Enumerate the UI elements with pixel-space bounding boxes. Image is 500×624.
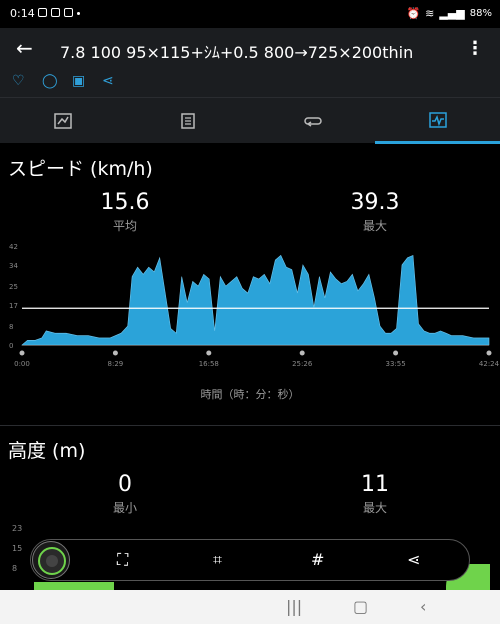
gallery-icon	[38, 8, 47, 17]
altitude-tick-label: 15	[12, 544, 23, 553]
section-divider	[0, 425, 500, 426]
more-options-icon[interactable]: ⋮	[466, 38, 484, 59]
activity-title: 7.8 100 95×115+ｼﾑ+0.5 800→725×200thin	[60, 43, 414, 62]
x-tick-marker	[299, 350, 305, 356]
altitude-min: 0 最小	[45, 472, 205, 516]
home-icon[interactable]: ▢	[353, 597, 368, 616]
speed-chart[interactable]: 42 34 25 17 8 0 0:00 8:29 16:58 25:26 33:55 42:24	[0, 240, 500, 375]
y-tick-label: 0	[9, 342, 13, 350]
wifi-icon: ≋	[425, 7, 435, 20]
add-photo-icon[interactable]: ▣	[72, 73, 85, 89]
x-tick-label: 8:29	[108, 360, 124, 368]
system-status: ⏰ ≋ ▂▄▆ 88%	[406, 7, 492, 20]
tab-laps[interactable]	[250, 98, 375, 144]
x-tick-marker	[393, 350, 399, 356]
altitude-min-label: 最小	[112, 501, 137, 515]
tab-stats[interactable]	[125, 98, 250, 144]
comment-icon[interactable]: ◯	[42, 73, 58, 89]
x-tick-label: 33:55	[386, 360, 406, 368]
y-tick-label: 34	[9, 262, 18, 270]
y-tick-label: 17	[9, 302, 18, 310]
back-arrow-icon[interactable]: ←	[16, 36, 33, 60]
share-icon[interactable]: ⋖	[102, 73, 114, 89]
speed-avg: 15.6 平均	[45, 190, 205, 234]
x-tick-label: 0:00	[14, 360, 30, 368]
document-icon	[180, 113, 195, 129]
screenshot-toolbar: ⛶ ⌗ # ⋖	[30, 539, 470, 581]
app-toolbar: ← 7.8 100 95×115+ｼﾑ+0.5 800→725×200thin …	[0, 28, 500, 72]
altitude-max-value: 11	[361, 472, 389, 497]
battery-level: 88%	[469, 8, 492, 19]
laps-icon	[303, 117, 322, 127]
system-navigation-bar: ||| ▢ ‹	[0, 590, 500, 624]
notification-icons	[38, 8, 80, 17]
x-tick-marker	[206, 350, 212, 356]
y-tick-label: 25	[9, 283, 18, 291]
scroll-capture-icon[interactable]: ⛶	[117, 550, 128, 570]
x-tick-label: 16:58	[199, 360, 219, 368]
overview-icon	[53, 113, 72, 129]
speed-avg-label: 平均	[112, 219, 137, 233]
speed-avg-value: 15.6	[100, 190, 150, 215]
x-tick-label: 25:26	[292, 360, 313, 368]
speed-max: 39.3 最大	[295, 190, 455, 234]
status-bar: 0:14 ⏰ ≋ ▂▄▆ 88%	[0, 0, 500, 28]
x-tick-marker	[486, 350, 492, 356]
speed-max-label: 最大	[362, 219, 387, 233]
altitude-min-value: 0	[118, 472, 132, 497]
thumbnail-preview-icon	[38, 547, 66, 575]
crop-edit-icon[interactable]: ⌗	[213, 550, 222, 570]
recents-icon[interactable]: |||	[286, 597, 302, 616]
tab-charts[interactable]	[375, 98, 500, 144]
like-icon[interactable]: ♡	[12, 73, 25, 89]
x-tick-marker	[19, 350, 25, 356]
share-icon[interactable]: ⋖	[407, 550, 420, 569]
back-icon[interactable]: ‹	[420, 597, 426, 616]
activity-tabs	[0, 97, 500, 144]
speed-chart-x-axis-title: 時間（時：分：秒）	[200, 388, 300, 401]
alarm-icon: ⏰	[406, 7, 421, 20]
signal-icon: ▂▄▆	[439, 7, 465, 20]
altitude-section-title: 高度 (m)	[8, 440, 86, 462]
speed-section-title: スピード (km/h)	[8, 158, 153, 180]
screenshot-thumbnail[interactable]	[32, 541, 70, 579]
y-tick-label: 42	[9, 243, 18, 251]
y-tick-label: 8	[9, 323, 13, 331]
altitude-max-label: 最大	[362, 501, 387, 515]
more-notifications-icon	[77, 12, 80, 15]
altitude-tick-label: 8	[12, 564, 18, 573]
altitude-max: 11 最大	[295, 472, 455, 516]
messenger-icon	[64, 8, 73, 17]
x-tick-label: 42:24	[479, 360, 500, 368]
activity-actions: ♡ ◯ ▣ ⋖	[0, 72, 500, 97]
altitude-area	[34, 582, 114, 590]
hashtag-icon[interactable]: #	[311, 550, 324, 569]
chart-icon	[428, 111, 447, 128]
speed-max-value: 39.3	[350, 190, 400, 215]
speed-area-series	[21, 254, 490, 346]
tab-overview[interactable]	[0, 98, 125, 144]
status-time: 0:14	[10, 7, 35, 20]
message-icon	[51, 8, 60, 17]
x-tick-marker	[112, 350, 118, 356]
altitude-tick-label: 23	[12, 524, 23, 533]
